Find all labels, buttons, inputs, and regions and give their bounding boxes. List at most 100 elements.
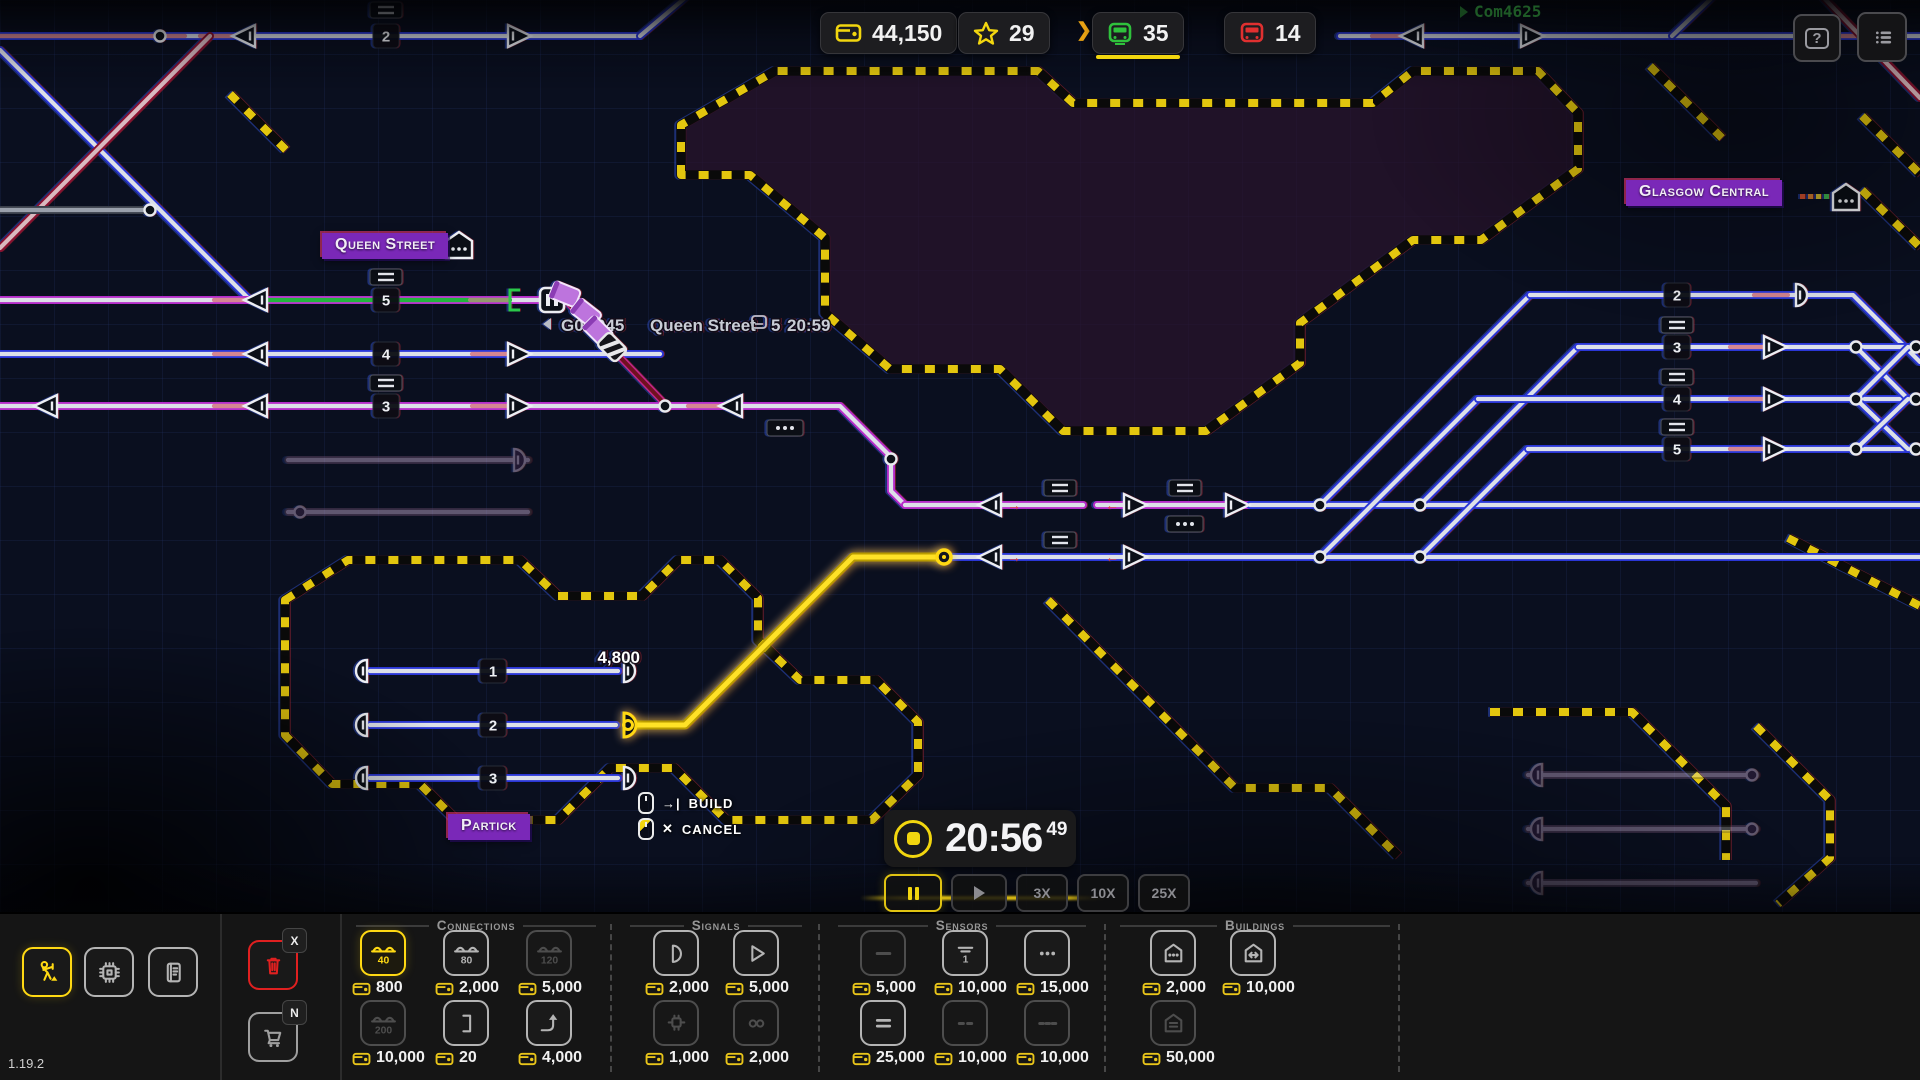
- divider-dashed: [1104, 924, 1106, 1072]
- price: 10,000: [934, 979, 1012, 997]
- platform-label: 4: [1673, 392, 1682, 409]
- rail-route-game: → ← → ← 2 5 4 3 2 3 4 5 1 2 3 4,800 G0 0…: [0, 0, 1920, 1080]
- tool-auto-block[interactable]: 2,000: [725, 1000, 803, 1067]
- wallet-icon: [835, 24, 862, 42]
- play-icon: [973, 886, 985, 900]
- platform-label: 1: [489, 664, 497, 681]
- svg-text:40: 40: [377, 955, 389, 966]
- station-house-icon[interactable]: [1831, 182, 1861, 212]
- speed-3x-button[interactable]: 3X: [1016, 874, 1068, 912]
- routed-node[interactable]: [935, 548, 953, 566]
- platform-label: 5: [382, 293, 390, 310]
- divider: [340, 914, 342, 1080]
- active-trains-badge[interactable]: 35: [1092, 12, 1184, 54]
- speed-10x-button[interactable]: 10X: [1077, 874, 1129, 912]
- sensor-icon: [875, 951, 891, 955]
- chip-icon: [98, 961, 120, 983]
- tool-station[interactable]: 2,000: [1142, 930, 1220, 997]
- train-arrival: 20:59: [787, 316, 830, 335]
- station-house-icon: [1164, 943, 1182, 962]
- glasgow-house-group[interactable]: [1800, 182, 1861, 212]
- depot-house-icon: [1164, 1013, 1182, 1032]
- signal-icon: [671, 944, 682, 963]
- tool-auto-signal[interactable]: 5,000: [725, 930, 803, 997]
- construction-worker-icon: [40, 960, 57, 981]
- tool-platform-sensor[interactable]: 1 10,000: [934, 930, 1012, 997]
- track-label: 2: [382, 29, 390, 46]
- tool-sensor[interactable]: 5,000: [852, 930, 930, 997]
- infinity-icon: [748, 1018, 764, 1028]
- tool-track-120[interactable]: 120 5,000: [518, 930, 596, 997]
- double-line-icon: [875, 1018, 891, 1027]
- route-arrow-icon: →: [1007, 549, 1021, 565]
- play-button[interactable]: [951, 874, 1007, 912]
- help-button[interactable]: ?: [1793, 14, 1841, 62]
- train-platform: 5: [771, 316, 780, 335]
- active-trains-value: 35: [1143, 19, 1169, 46]
- price: 5,000: [725, 979, 803, 997]
- tool-multi-sensor[interactable]: 15,000: [1016, 930, 1094, 997]
- dispatch-map[interactable]: → ← → ← 2 5 4 3 2 3 4 5 1 2 3 4,800 G0 0…: [0, 0, 1920, 912]
- platform-label: 3: [382, 399, 390, 416]
- automation-mode-button[interactable]: [84, 947, 134, 997]
- build-label: BUILD: [688, 795, 734, 811]
- platform-label: 5: [1673, 442, 1681, 459]
- tool-buffer-stop[interactable]: 20: [435, 1000, 513, 1067]
- tool-double-sensor[interactable]: 25,000: [852, 1000, 930, 1067]
- station-house-icon[interactable]: [444, 230, 474, 260]
- menu-button[interactable]: [1857, 12, 1907, 62]
- clock-seconds: 49: [1046, 818, 1068, 840]
- price: 15,000: [1016, 979, 1094, 997]
- tool-depot[interactable]: 50,000: [1142, 1000, 1220, 1067]
- station-badge-glasgow-central[interactable]: Glasgow Central: [1626, 180, 1783, 206]
- price: 2,000: [1142, 979, 1220, 997]
- divider-dashed: [1398, 924, 1400, 1072]
- tool-platform-extension[interactable]: 10,000: [1222, 930, 1300, 997]
- tool-signal[interactable]: 2,000: [645, 930, 723, 997]
- train-destination: Queen Street: [650, 316, 756, 335]
- tool-sensor-three[interactable]: 10,000: [1016, 1000, 1094, 1067]
- speed-25x-button[interactable]: 25X: [1138, 874, 1190, 912]
- timetable-mode-button[interactable]: [148, 947, 198, 997]
- tool-track-80[interactable]: 80 2,000: [435, 930, 513, 997]
- money-badge: 44,150: [820, 12, 958, 54]
- price: 2,000: [645, 979, 723, 997]
- svg-text:120: 120: [540, 955, 558, 966]
- train-red-icon: [1240, 22, 1264, 42]
- extend-house-icon: [1244, 943, 1262, 962]
- tool-switch[interactable]: 4,000: [518, 1000, 596, 1067]
- mouse-right-icon: [638, 818, 654, 840]
- route-arrow-icon: ←: [1105, 497, 1119, 513]
- routed-signal[interactable]: [622, 711, 638, 739]
- station-badge-queen-street[interactable]: Queen Street: [322, 233, 449, 259]
- build-mode-button[interactable]: [22, 947, 72, 997]
- station-badge-partick[interactable]: Partick: [448, 814, 530, 840]
- menu-list-icon: [1875, 30, 1891, 44]
- play-marker-icon: [1460, 5, 1468, 18]
- journal-icon: [166, 962, 181, 982]
- mouse-left-icon: [638, 792, 654, 814]
- section-sensors: Sensors 5,000 1 10,000 15,000 25,000 10,…: [830, 914, 1094, 1080]
- tool-track-40[interactable]: 40 800: [352, 930, 430, 997]
- tool-gate[interactable]: 1,000: [645, 1000, 723, 1067]
- platform-sensor-icon: 1: [957, 946, 973, 965]
- build-cost-preview: 4,800: [597, 648, 640, 667]
- waiting-trains-badge[interactable]: 14: [1224, 12, 1316, 54]
- price: 10,000: [934, 1049, 1012, 1067]
- tool-sensor-two[interactable]: 10,000: [934, 1000, 1012, 1067]
- pause-button[interactable]: [884, 874, 942, 912]
- platform-label: 3: [1673, 340, 1681, 357]
- price: 10,000: [352, 1049, 430, 1067]
- divider-dashed: [818, 924, 820, 1072]
- svg-text:1: 1: [962, 954, 968, 965]
- tool-track-200[interactable]: 200 10,000: [352, 1000, 430, 1067]
- price: 2,000: [725, 1049, 803, 1067]
- price: 20: [435, 1049, 513, 1067]
- section-connections: Connections 40 800 80 2,000 120 5,000 20…: [348, 914, 604, 1080]
- train-green-icon: [1108, 22, 1132, 45]
- price: 2,000: [435, 979, 513, 997]
- trash-icon: [266, 957, 280, 974]
- collapse-arrow-icon[interactable]: [543, 318, 551, 330]
- money-value: 44,150: [872, 19, 943, 46]
- hotkey-buy: N: [282, 1000, 307, 1025]
